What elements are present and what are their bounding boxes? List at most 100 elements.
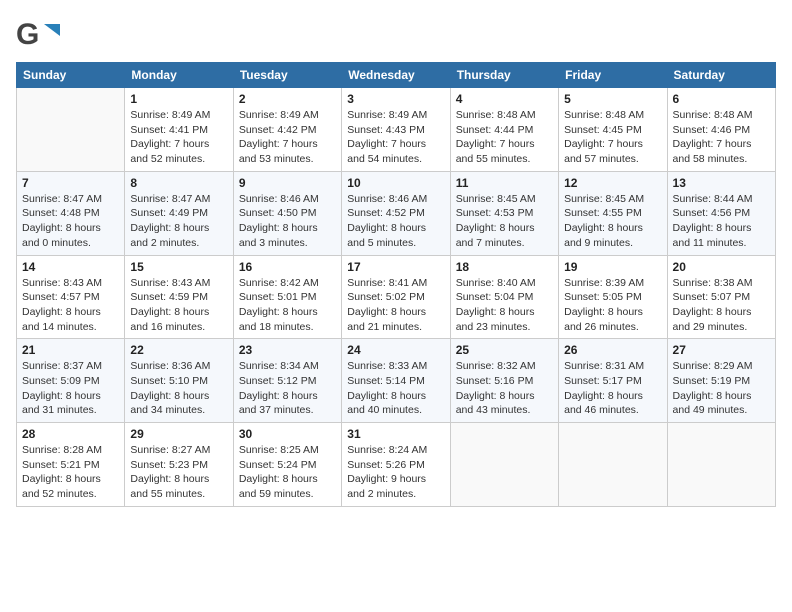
calendar-cell: 3 Sunrise: 8:49 AM Sunset: 4:43 PM Daylig… <box>342 88 450 172</box>
calendar-cell: 1 Sunrise: 8:49 AM Sunset: 4:41 PM Daylig… <box>125 88 233 172</box>
weekday-label-saturday: Saturday <box>667 63 775 88</box>
calendar-table: SundayMondayTuesdayWednesdayThursdayFrid… <box>16 62 776 507</box>
calendar-cell: 30 Sunrise: 8:25 AM Sunset: 5:24 PM Dayli… <box>233 423 341 507</box>
day-info: Sunrise: 8:41 AM Sunset: 5:02 PM Dayligh… <box>347 276 444 335</box>
calendar-cell: 20 Sunrise: 8:38 AM Sunset: 5:07 PM Dayli… <box>667 255 775 339</box>
calendar-cell <box>450 423 558 507</box>
calendar-cell: 7 Sunrise: 8:47 AM Sunset: 4:48 PM Daylig… <box>17 171 125 255</box>
day-info: Sunrise: 8:42 AM Sunset: 5:01 PM Dayligh… <box>239 276 336 335</box>
svg-text:G: G <box>16 18 39 51</box>
day-number: 25 <box>456 343 553 357</box>
day-number: 23 <box>239 343 336 357</box>
calendar-week-4: 21Sunrise: 8:37 AM Sunset: 5:09 PM Dayli… <box>17 339 776 423</box>
day-info: Sunrise: 8:49 AM Sunset: 4:41 PM Dayligh… <box>130 108 227 167</box>
day-info: Sunrise: 8:49 AM Sunset: 4:43 PM Dayligh… <box>347 108 444 167</box>
calendar-cell <box>17 88 125 172</box>
day-number: 6 <box>673 92 770 106</box>
calendar-cell: 9 Sunrise: 8:46 AM Sunset: 4:50 PM Daylig… <box>233 171 341 255</box>
calendar-cell: 29 Sunrise: 8:27 AM Sunset: 5:23 PM Dayli… <box>125 423 233 507</box>
day-number: 20 <box>673 260 770 274</box>
day-info: Sunrise: 8:44 AM Sunset: 4:56 PM Dayligh… <box>673 192 770 251</box>
day-number: 11 <box>456 176 553 190</box>
day-info: Sunrise: 8:43 AM Sunset: 4:59 PM Dayligh… <box>130 276 227 335</box>
day-number: 29 <box>130 427 227 441</box>
calendar-cell: 27 Sunrise: 8:29 AM Sunset: 5:19 PM Dayli… <box>667 339 775 423</box>
day-info: Sunrise: 8:47 AM Sunset: 4:48 PM Dayligh… <box>22 192 119 251</box>
calendar-cell: 11 Sunrise: 8:45 AM Sunset: 4:53 PM Dayli… <box>450 171 558 255</box>
day-number: 31 <box>347 427 444 441</box>
weekday-header-row: SundayMondayTuesdayWednesdayThursdayFrid… <box>17 63 776 88</box>
day-number: 12 <box>564 176 661 190</box>
day-info: Sunrise: 8:34 AM Sunset: 5:12 PM Dayligh… <box>239 359 336 418</box>
day-number: 2 <box>239 92 336 106</box>
calendar-week-5: 28 Sunrise: 8:28 AM Sunset: 5:21 PM Dayli… <box>17 423 776 507</box>
day-number: 10 <box>347 176 444 190</box>
day-info: Sunrise: 8:33 AM Sunset: 5:14 PM Dayligh… <box>347 359 444 418</box>
day-info: Sunrise: 8:45 AM Sunset: 4:55 PM Dayligh… <box>564 192 661 251</box>
day-number: 7 <box>22 176 119 190</box>
weekday-label-monday: Monday <box>125 63 233 88</box>
calendar-cell: 10Sunrise: 8:46 AM Sunset: 4:52 PM Dayli… <box>342 171 450 255</box>
day-number: 16 <box>239 260 336 274</box>
day-number: 14 <box>22 260 119 274</box>
day-info: Sunrise: 8:48 AM Sunset: 4:46 PM Dayligh… <box>673 108 770 167</box>
day-number: 17 <box>347 260 444 274</box>
calendar-cell: 5Sunrise: 8:48 AM Sunset: 4:45 PM Daylig… <box>559 88 667 172</box>
calendar-cell: 28 Sunrise: 8:28 AM Sunset: 5:21 PM Dayli… <box>17 423 125 507</box>
weekday-label-sunday: Sunday <box>17 63 125 88</box>
day-info: Sunrise: 8:38 AM Sunset: 5:07 PM Dayligh… <box>673 276 770 335</box>
calendar-cell <box>667 423 775 507</box>
calendar-cell: 15Sunrise: 8:43 AM Sunset: 4:59 PM Dayli… <box>125 255 233 339</box>
day-info: Sunrise: 8:36 AM Sunset: 5:10 PM Dayligh… <box>130 359 227 418</box>
calendar-week-3: 14 Sunrise: 8:43 AM Sunset: 4:57 PM Dayli… <box>17 255 776 339</box>
day-info: Sunrise: 8:49 AM Sunset: 4:42 PM Dayligh… <box>239 108 336 167</box>
day-number: 1 <box>130 92 227 106</box>
day-info: Sunrise: 8:24 AM Sunset: 5:26 PM Dayligh… <box>347 443 444 502</box>
logo: G <box>16 16 64 54</box>
day-number: 18 <box>456 260 553 274</box>
day-info: Sunrise: 8:47 AM Sunset: 4:49 PM Dayligh… <box>130 192 227 251</box>
day-info: Sunrise: 8:29 AM Sunset: 5:19 PM Dayligh… <box>673 359 770 418</box>
calendar-cell: 26 Sunrise: 8:31 AM Sunset: 5:17 PM Dayli… <box>559 339 667 423</box>
day-number: 28 <box>22 427 119 441</box>
day-number: 8 <box>130 176 227 190</box>
day-number: 4 <box>456 92 553 106</box>
calendar-cell: 13Sunrise: 8:44 AM Sunset: 4:56 PM Dayli… <box>667 171 775 255</box>
day-number: 30 <box>239 427 336 441</box>
page-header: G <box>16 16 776 54</box>
day-number: 19 <box>564 260 661 274</box>
weekday-label-friday: Friday <box>559 63 667 88</box>
day-number: 24 <box>347 343 444 357</box>
day-info: Sunrise: 8:32 AM Sunset: 5:16 PM Dayligh… <box>456 359 553 418</box>
day-number: 27 <box>673 343 770 357</box>
calendar-cell: 19Sunrise: 8:39 AM Sunset: 5:05 PM Dayli… <box>559 255 667 339</box>
calendar-body: 1 Sunrise: 8:49 AM Sunset: 4:41 PM Daylig… <box>17 88 776 507</box>
day-info: Sunrise: 8:46 AM Sunset: 4:50 PM Dayligh… <box>239 192 336 251</box>
weekday-label-wednesday: Wednesday <box>342 63 450 88</box>
day-info: Sunrise: 8:43 AM Sunset: 4:57 PM Dayligh… <box>22 276 119 335</box>
day-number: 26 <box>564 343 661 357</box>
calendar-cell: 21Sunrise: 8:37 AM Sunset: 5:09 PM Dayli… <box>17 339 125 423</box>
day-info: Sunrise: 8:40 AM Sunset: 5:04 PM Dayligh… <box>456 276 553 335</box>
day-number: 21 <box>22 343 119 357</box>
day-number: 5 <box>564 92 661 106</box>
calendar-cell: 18 Sunrise: 8:40 AM Sunset: 5:04 PM Dayli… <box>450 255 558 339</box>
calendar-cell: 12 Sunrise: 8:45 AM Sunset: 4:55 PM Dayli… <box>559 171 667 255</box>
calendar-cell: 22 Sunrise: 8:36 AM Sunset: 5:10 PM Dayli… <box>125 339 233 423</box>
day-info: Sunrise: 8:25 AM Sunset: 5:24 PM Dayligh… <box>239 443 336 502</box>
logo-icon: G <box>16 16 60 54</box>
calendar-cell: 17 Sunrise: 8:41 AM Sunset: 5:02 PM Dayli… <box>342 255 450 339</box>
day-number: 3 <box>347 92 444 106</box>
day-number: 9 <box>239 176 336 190</box>
day-info: Sunrise: 8:28 AM Sunset: 5:21 PM Dayligh… <box>22 443 119 502</box>
day-number: 22 <box>130 343 227 357</box>
weekday-label-tuesday: Tuesday <box>233 63 341 88</box>
day-info: Sunrise: 8:45 AM Sunset: 4:53 PM Dayligh… <box>456 192 553 251</box>
calendar-cell: 8 Sunrise: 8:47 AM Sunset: 4:49 PM Daylig… <box>125 171 233 255</box>
day-info: Sunrise: 8:31 AM Sunset: 5:17 PM Dayligh… <box>564 359 661 418</box>
calendar-cell: 24 Sunrise: 8:33 AM Sunset: 5:14 PM Dayli… <box>342 339 450 423</box>
calendar-week-1: 1 Sunrise: 8:49 AM Sunset: 4:41 PM Daylig… <box>17 88 776 172</box>
calendar-cell: 6 Sunrise: 8:48 AM Sunset: 4:46 PM Daylig… <box>667 88 775 172</box>
calendar-cell: 31 Sunrise: 8:24 AM Sunset: 5:26 PM Dayli… <box>342 423 450 507</box>
day-info: Sunrise: 8:27 AM Sunset: 5:23 PM Dayligh… <box>130 443 227 502</box>
